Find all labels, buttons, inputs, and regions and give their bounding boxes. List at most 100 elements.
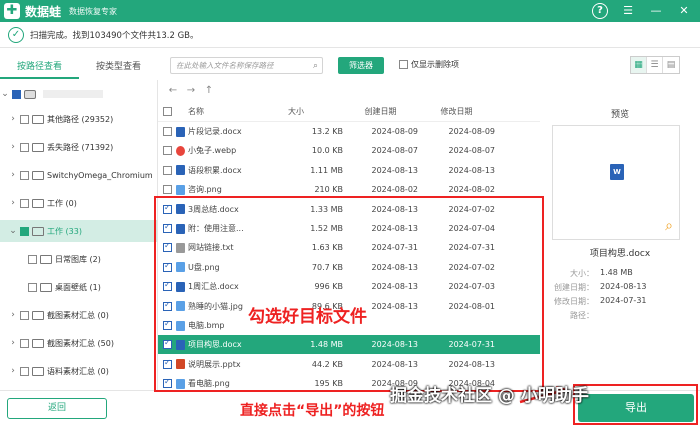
cell-created: 2024-08-09 <box>371 127 419 136</box>
column-modified[interactable]: 修改日期 <box>418 106 495 117</box>
root-checkbox[interactable] <box>12 89 21 99</box>
tree-checkbox[interactable] <box>20 338 29 348</box>
chevron-right-icon[interactable]: › <box>8 198 18 208</box>
tree-checkbox[interactable] <box>28 254 37 264</box>
list-view-icon[interactable]: ☰ <box>647 57 663 73</box>
tree-item[interactable]: 日常图库 (2) <box>0 248 157 270</box>
row-checkbox[interactable] <box>163 165 172 175</box>
tree-item[interactable]: ⌄ 工作 (33) <box>0 220 157 242</box>
app-logo-icon: ✚ <box>4 3 20 19</box>
chevron-down-icon[interactable]: ⌄ <box>8 226 18 236</box>
back-button[interactable]: 返回 <box>7 398 107 419</box>
meta-path: 路径： <box>552 310 692 321</box>
help-icon[interactable]: ? <box>592 3 608 19</box>
tree-root[interactable]: ⌄ <box>0 83 157 105</box>
tree-item-label: 截图素材汇总 (0) <box>47 310 109 320</box>
chevron-right-icon[interactable]: › <box>8 142 18 152</box>
tree-checkbox[interactable] <box>28 282 37 292</box>
folder-icon <box>32 170 44 180</box>
tree-checkbox[interactable] <box>20 366 29 376</box>
tree-item-label: 工作 (33) <box>47 226 82 236</box>
chevron-right-icon[interactable]: › <box>8 366 18 376</box>
forward-arrow-icon[interactable]: → <box>182 85 200 96</box>
tree-checkbox[interactable] <box>20 142 29 152</box>
table-row[interactable]: 片段记录.docx 13.2 KB 2024-08-09 2024-08-09 <box>158 122 540 141</box>
cell-size: 13.2 KB <box>311 127 343 136</box>
tree-item-label: 语料素材汇总 (0) <box>47 366 109 376</box>
meta-key: 修改日期： <box>554 297 594 306</box>
back-arrow-icon[interactable]: ← <box>164 85 182 96</box>
annotation-select-files: 勾选好目标文件 <box>248 307 367 327</box>
tree-item-label: 日常图库 (2) <box>55 254 101 264</box>
cell-created: 2024-08-13 <box>371 165 419 175</box>
cell-name: 小兔子.webp <box>188 146 237 156</box>
only-deleted-toggle[interactable]: 仅显示删除项 <box>399 59 459 70</box>
table-row[interactable]: 语段积累.docx 1.11 MB 2024-08-13 2024-08-13 <box>158 161 540 180</box>
tab-by-type[interactable]: 按类型查看 <box>79 57 158 79</box>
grid-view-icon[interactable]: ▦ <box>631 57 647 73</box>
filter-button[interactable]: 筛选器 <box>338 57 384 74</box>
folder-icon <box>32 114 44 124</box>
meta-key: 路径： <box>570 311 594 320</box>
search-input[interactable]: 在此处输入文件名称保存路径 ⌕ <box>170 57 323 74</box>
meta-modified: 修改日期： 2024-07-31 <box>552 296 692 307</box>
cell-name: 咨询.png <box>188 185 222 195</box>
cell-created: 2024-08-07 <box>371 146 419 156</box>
tree-checkbox[interactable] <box>20 170 29 180</box>
tree-item[interactable]: › 其他路径 (29352) <box>0 108 157 130</box>
chevron-right-icon[interactable]: › <box>8 310 18 320</box>
row-checkbox[interactable] <box>163 146 172 156</box>
search-icon[interactable]: ⌕ <box>313 59 318 74</box>
tree-item[interactable]: 桌面壁纸 (1) <box>0 276 157 298</box>
folder-tree: ⌄ › 其他路径 (29352) › 丢失路径 (71392) › SwitchyOmeg… <box>0 80 158 390</box>
word-doc-icon: W <box>610 164 624 180</box>
column-size[interactable]: 大小 <box>288 106 343 117</box>
tree-item[interactable]: › 截图素材汇总 (0) <box>0 304 157 326</box>
watermark: 掘金技术社区 @ 小明助手 <box>390 386 589 406</box>
tree-item-label: 工作 (0) <box>47 198 77 208</box>
scan-status-text: 扫描完成。找到103490个文件共13.2 GB。 <box>30 30 199 41</box>
tree-checkbox[interactable] <box>20 226 29 236</box>
row-checkbox[interactable] <box>163 127 172 136</box>
folder-icon <box>40 254 52 264</box>
folder-icon <box>32 310 44 320</box>
toolbar: 在此处输入文件名称保存路径 ⌕ 筛选器 仅显示删除项 ▦ ☰ ▤ <box>158 52 700 80</box>
tree-item[interactable]: › 语料素材汇总 (0) <box>0 360 157 382</box>
tree-item[interactable]: › 丢失路径 (71392) <box>0 136 157 158</box>
only-deleted-checkbox[interactable] <box>399 60 408 69</box>
select-all-checkbox[interactable] <box>163 107 172 116</box>
tree-checkbox[interactable] <box>20 114 29 124</box>
cell-modified: 2024-08-07 <box>448 146 496 156</box>
tree-checkbox[interactable] <box>20 198 29 208</box>
row-checkbox[interactable] <box>163 185 172 195</box>
menu-icon[interactable]: ☰ <box>620 3 636 19</box>
zoom-icon[interactable]: ⌕ <box>665 218 673 234</box>
meta-key: 创建日期： <box>554 283 594 292</box>
tree-item[interactable]: › 工作 (0) <box>0 192 157 214</box>
chevron-down-icon[interactable]: ⌄ <box>0 89 10 99</box>
folder-icon <box>32 142 44 152</box>
column-name[interactable]: 名称 <box>188 106 288 117</box>
table-row[interactable]: 小兔子.webp 10.0 KB 2024-08-07 2024-08-07 <box>158 141 540 160</box>
tree-checkbox[interactable] <box>20 310 29 320</box>
scan-status-bar: ✓ 扫描完成。找到103490个文件共13.2 GB。 <box>0 22 700 48</box>
image-file-icon <box>176 184 185 195</box>
tree-item[interactable]: › SwitchyOmega_Chromium <box>0 164 157 186</box>
drive-label-blurred <box>43 90 103 98</box>
tree-item[interactable]: › 截图素材汇总 (50) <box>0 332 157 354</box>
file-list-header: 名称 大小 创建日期 修改日期 <box>158 102 540 122</box>
chevron-right-icon[interactable]: › <box>8 338 18 348</box>
annotation-box-export <box>573 384 698 425</box>
chevron-right-icon[interactable]: › <box>8 170 18 180</box>
column-created[interactable]: 创建日期 <box>343 106 418 117</box>
cell-modified: 2024-08-13 <box>448 165 496 175</box>
up-arrow-icon[interactable]: ↑ <box>200 85 218 96</box>
tree-item-label: 桌面壁纸 (1) <box>55 282 101 292</box>
cell-modified: 2024-08-09 <box>448 127 496 136</box>
minimize-icon[interactable]: — <box>648 3 664 19</box>
chevron-right-icon[interactable]: › <box>8 114 18 124</box>
tab-by-path[interactable]: 按路径查看 <box>0 57 79 79</box>
close-icon[interactable]: ✕ <box>676 3 692 19</box>
detail-view-icon[interactable]: ▤ <box>663 57 679 73</box>
meta-value: 2024-07-31 <box>600 296 647 305</box>
